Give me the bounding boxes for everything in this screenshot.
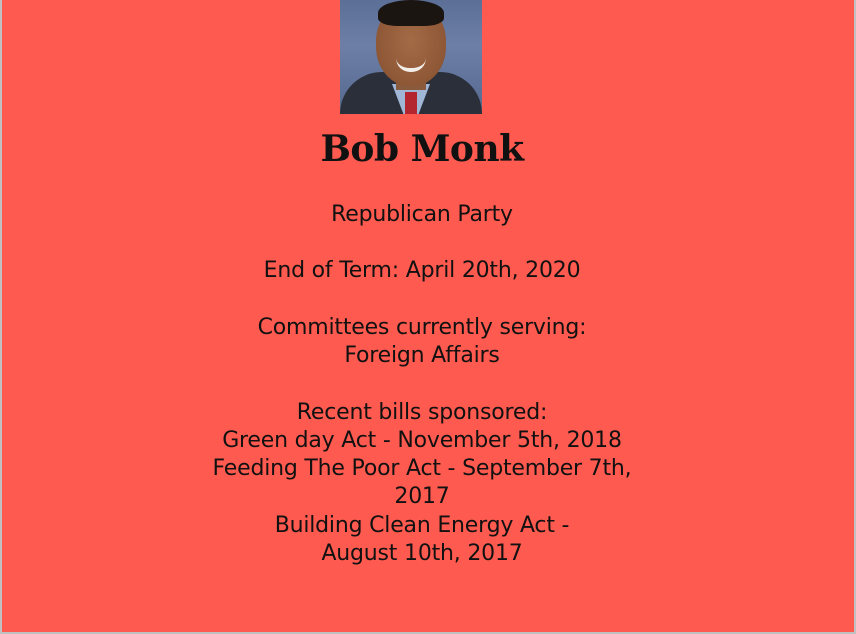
committee-item: Foreign Affairs xyxy=(344,343,500,368)
committees-heading: Committees currently serving: xyxy=(257,315,587,340)
profile-name: Bob Monk xyxy=(320,128,524,170)
bill-line: Feeding The Poor Act - September 7th, xyxy=(212,456,632,481)
profile-card: Bob Monk Republican Party End of Term: A… xyxy=(0,0,856,634)
profile-photo xyxy=(340,0,482,114)
bill-line: 2017 xyxy=(394,484,450,509)
bills-heading: Recent bills sponsored: xyxy=(296,400,548,425)
party-label: Republican Party xyxy=(331,202,513,227)
photo-tie xyxy=(405,92,417,114)
photo-hair xyxy=(378,0,444,26)
bill-line: Green day Act - November 5th, 2018 xyxy=(222,428,622,453)
bill-line: Building Clean Energy Act - xyxy=(274,513,570,538)
end-of-term-label: End of Term: April 20th, 2020 xyxy=(263,258,581,283)
bill-line: August 10th, 2017 xyxy=(321,541,523,566)
